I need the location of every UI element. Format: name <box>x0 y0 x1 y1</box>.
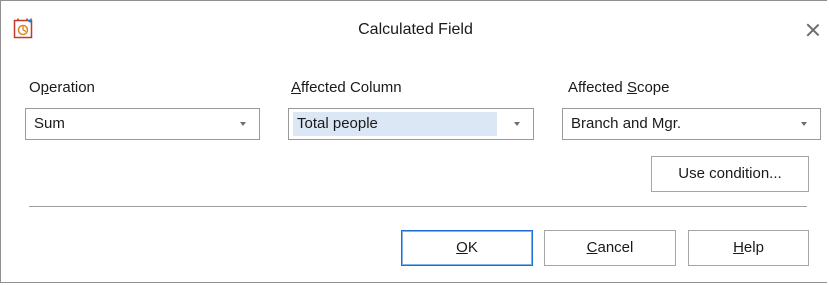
affected-scope-label-mnemonic: S <box>626 79 637 96</box>
calculated-field-dialog: Calculated Field Operation Sum Affected … <box>0 0 827 283</box>
affected-column-dropdown[interactable]: Total people <box>288 108 534 140</box>
ok-button[interactable]: OK <box>401 230 533 266</box>
use-condition-button[interactable]: Use condition... <box>651 156 809 192</box>
separator-line <box>29 206 807 208</box>
chevron-down-icon <box>240 122 246 126</box>
window-title: Calculated Field <box>358 21 473 38</box>
chevron-down-icon <box>801 122 807 126</box>
operation-value: Sum <box>34 115 65 132</box>
operation-label-mnemonic: p <box>40 79 50 96</box>
operation-label: Operation <box>29 79 95 96</box>
chevron-down-icon <box>514 122 520 126</box>
affected-column-label-mnemonic: A <box>291 79 302 96</box>
close-icon[interactable] <box>804 21 822 39</box>
affected-scope-label: Affected Scope <box>568 79 670 96</box>
operation-dropdown[interactable]: Sum <box>25 108 260 140</box>
affected-scope-dropdown[interactable]: Branch and Mgr. <box>562 108 821 140</box>
title-bar: Calculated Field <box>1 1 829 53</box>
help-button[interactable]: Help <box>688 230 809 266</box>
affected-column-value: Total people <box>293 112 497 136</box>
cancel-button[interactable]: Cancel <box>544 230 676 266</box>
affected-column-label: Affected Column <box>291 79 402 96</box>
affected-scope-value: Branch and Mgr. <box>571 115 682 132</box>
